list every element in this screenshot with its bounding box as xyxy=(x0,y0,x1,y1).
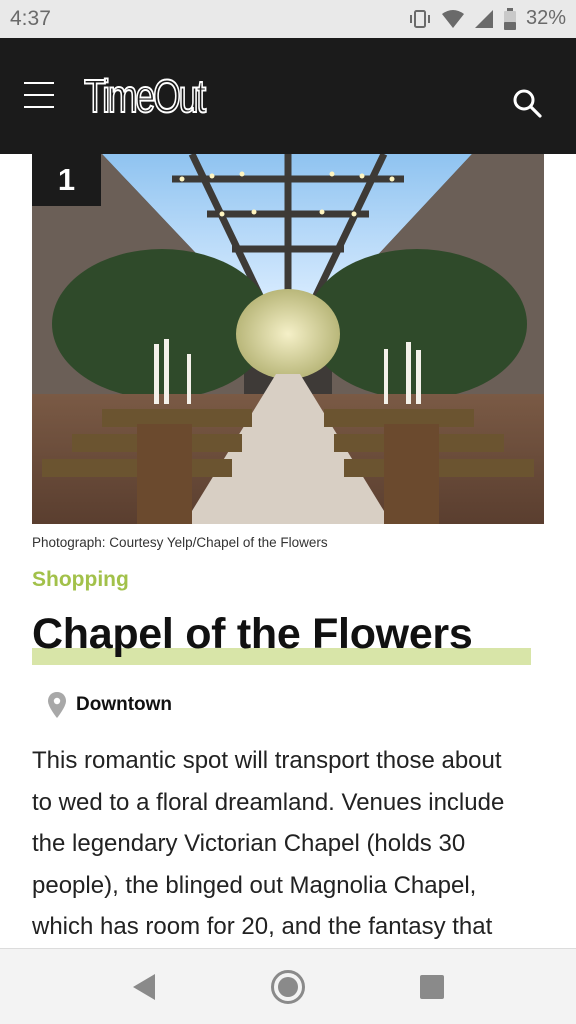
status-icons: 32% xyxy=(408,7,566,30)
article-body: This romantic spot will transport those … xyxy=(32,740,557,948)
home-icon[interactable] xyxy=(270,969,306,1005)
search-icon[interactable] xyxy=(512,88,542,118)
body-line: to wed to a floral dreamland. Venues inc… xyxy=(32,788,505,816)
category-link[interactable]: Shopping xyxy=(32,568,129,592)
battery-percent: 32% xyxy=(525,7,566,29)
location-row[interactable]: Downtown xyxy=(48,692,172,718)
system-nav-bar xyxy=(0,948,576,1024)
app-header: TimeOut xyxy=(0,38,576,154)
status-bar: 4:37 32% xyxy=(0,0,576,38)
timeout-logo[interactable]: TimeOut xyxy=(83,68,238,124)
body-line: people), the blinged out Magnolia Chapel… xyxy=(32,871,477,899)
hamburger-menu-icon[interactable] xyxy=(24,82,54,108)
image-caption: Photograph: Courtesy Yelp/Chapel of the … xyxy=(32,535,328,550)
body-line: This romantic spot will transport those … xyxy=(32,747,502,774)
wifi-icon xyxy=(441,9,464,28)
body-line: which has room for 20, and the fantasy t… xyxy=(32,913,493,940)
rank-badge: 1 xyxy=(32,154,101,206)
back-icon[interactable] xyxy=(131,973,157,1001)
battery-icon xyxy=(503,7,516,30)
article-title: Chapel of the Flowers xyxy=(32,610,473,658)
vibrate-icon xyxy=(409,9,430,28)
recents-icon[interactable] xyxy=(420,975,444,999)
chapel-photo xyxy=(32,154,544,524)
location-pin-icon xyxy=(48,692,66,718)
title-block: Chapel of the Flowers xyxy=(32,610,531,665)
signal-icon xyxy=(474,9,493,28)
logo-text: TimeOut xyxy=(83,69,207,123)
body-line: the legendary Victorian Chapel (holds 30 xyxy=(32,830,466,857)
status-time: 4:37 xyxy=(10,7,51,30)
location-label: Downtown xyxy=(76,694,173,715)
